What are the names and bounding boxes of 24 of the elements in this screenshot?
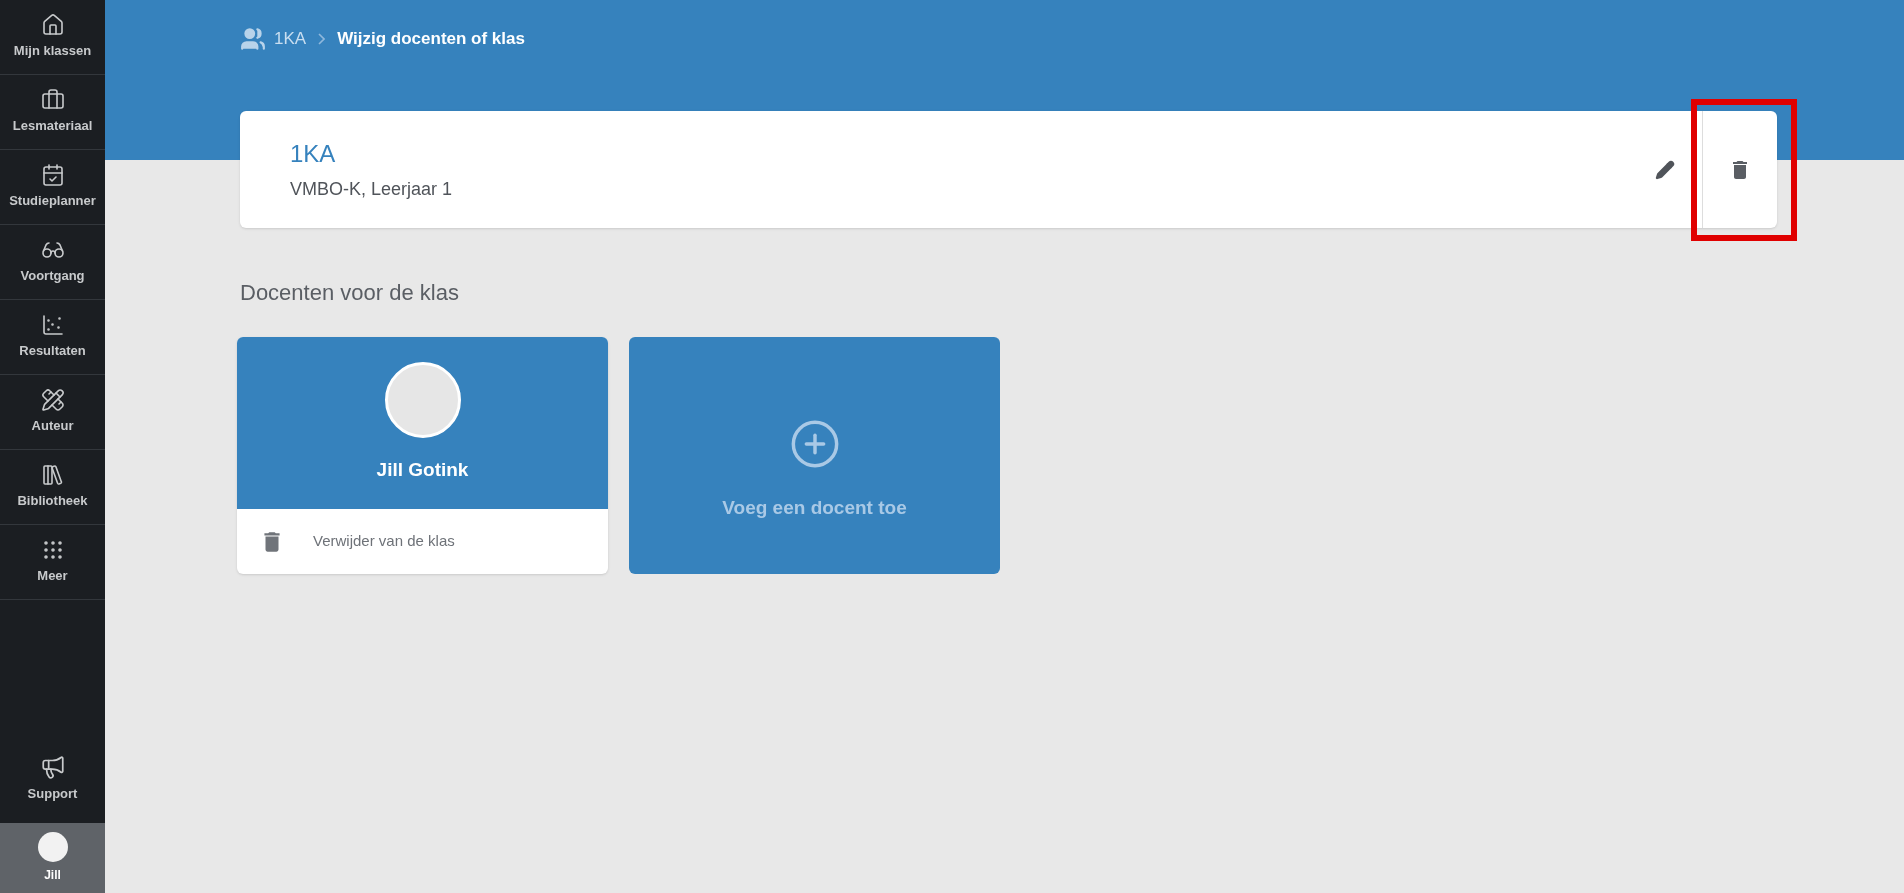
sidebar-item[interactable]: Studieplanner xyxy=(0,150,105,225)
scatter-chart-icon xyxy=(40,313,65,338)
sidebar-item[interactable]: Auteur xyxy=(0,375,105,450)
books-icon xyxy=(40,463,65,488)
house-icon xyxy=(40,13,65,38)
sidebar-item[interactable]: Voortgang xyxy=(0,225,105,300)
megaphone-icon xyxy=(39,754,66,781)
chevron-icon xyxy=(318,33,326,45)
sidebar-item[interactable]: Resultaten xyxy=(0,300,105,375)
sidebar-item[interactable]: Meer xyxy=(0,525,105,600)
people-icon xyxy=(240,26,266,52)
class-title: 1KA xyxy=(290,139,337,169)
sidebar-item[interactable]: Bibliotheek xyxy=(0,450,105,525)
avatar xyxy=(37,832,68,862)
teacher-name: Jill Gotink xyxy=(376,457,469,482)
page-title: Wijzig docenten of klas xyxy=(337,28,525,51)
sidebar-item[interactable]: Support xyxy=(0,735,105,823)
pencil-icon xyxy=(1655,159,1675,180)
pencil-ruler-icon xyxy=(40,388,65,413)
calendar-icon xyxy=(40,163,65,188)
user-menu-item[interactable]: Jill xyxy=(0,823,105,893)
class-subtitle: VMBO-K, Leerjaar 1 xyxy=(290,178,454,201)
section-title: Docenten voor de klas xyxy=(240,279,460,307)
remove-teacher-button[interactable]: Verwijder van de klas xyxy=(237,509,608,574)
